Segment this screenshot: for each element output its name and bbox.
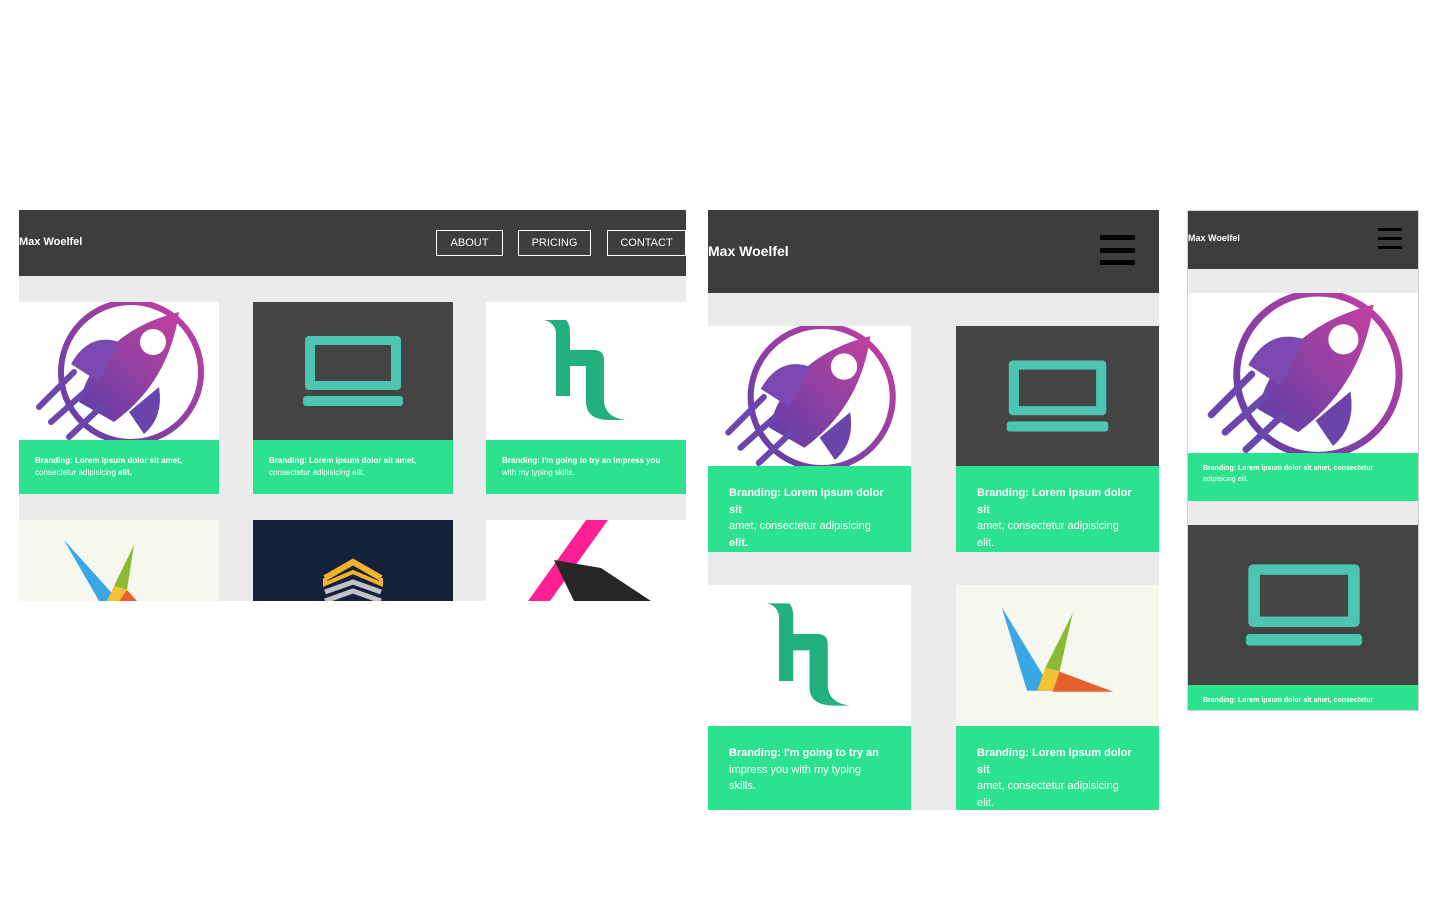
portfolio-card-laptop[interactable]: Branding: Lorem ipsum dolor sit amet, co… [253, 302, 453, 494]
portfolio-card-k-triangle[interactable]: Branding: Lorem ipsum dolor sit amet, co… [956, 585, 1159, 810]
desktop-mockup: Max Woelfel ABOUT PRICING CONTACT Brandi… [19, 210, 686, 601]
nav-about-button[interactable]: ABOUT [436, 230, 503, 256]
desktop-header: Max Woelfel ABOUT PRICING CONTACT [19, 210, 686, 276]
brand-name[interactable]: Max Woelfel [1188, 233, 1240, 243]
mobile-header: Max Woelfel [1188, 211, 1418, 269]
caption-text: Branding: Lorem ipsum dolor sit amet, [35, 456, 183, 465]
b-logo-icon [486, 302, 686, 440]
portfolio-card-rocket[interactable]: Branding: Lorem ipsum dolor sit amet, co… [1188, 293, 1418, 501]
k-triangle-logo-icon [19, 520, 219, 601]
portfolio-card-hexagon[interactable] [253, 520, 453, 601]
portfolio-card-rocket[interactable]: Branding: Lorem ipsum dolor sit amet, co… [708, 326, 911, 552]
caption-text: amet, consectetur adipisicing [977, 780, 1119, 792]
caption-text: Branding: Lorem ipsum dolor sit amet, [269, 456, 417, 465]
caption-text: elit. [118, 468, 132, 477]
hamburger-menu-icon[interactable] [1100, 235, 1135, 265]
rocket-logo-icon [1188, 293, 1418, 453]
rocket-logo-icon [708, 326, 911, 466]
card-caption: Branding: Lorem ipsum dolor sit amet, co… [708, 466, 911, 552]
caption-text: consectetur adipisicing [35, 468, 116, 477]
hexagon-stack-logo-icon [253, 520, 453, 601]
brand-name[interactable]: Max Woelfel [19, 236, 82, 248]
portfolio-card-k-triangle[interactable] [19, 520, 219, 601]
portfolio-card-pink-k[interactable] [486, 520, 686, 601]
k-triangle-logo-icon [956, 585, 1159, 726]
portfolio-card-laptop[interactable]: Branding: Lorem ipsum dolor sit amet, co… [1188, 525, 1418, 710]
card-caption: Branding: I'm going to try an impress yo… [708, 726, 911, 810]
caption-text: adipisicing elit. [1203, 475, 1249, 483]
card-caption: Branding: Lorem ipsum dolor sit amet, co… [1188, 685, 1418, 710]
portfolio-card-b-logo[interactable]: Branding: I'm going to try an impress yo… [708, 585, 911, 810]
card-caption: Branding: Lorem ipsum dolor sit amet, co… [19, 440, 219, 494]
card-caption: Branding: Lorem ipsum dolor sit amet, co… [956, 726, 1159, 810]
tablet-mockup: Max Woelfel Branding: Lorem ipsum dolor … [708, 210, 1159, 810]
laptop-logo-icon [1188, 525, 1418, 685]
caption-text: elit. [977, 536, 995, 549]
caption-text: consectetur adipisicing elit. [269, 468, 365, 477]
hamburger-menu-icon[interactable] [1378, 228, 1402, 249]
mobile-mockup: Max Woelfel Branding: Lorem ipsum dolor … [1187, 210, 1419, 711]
rocket-logo-icon [19, 302, 219, 440]
caption-text: amet, consectetur adipisicing [977, 520, 1119, 532]
caption-text: Branding: Lorem ipsum dolor sit [977, 487, 1132, 516]
pink-k-logo-icon [486, 520, 686, 601]
caption-text: Branding: I'm going to try an impress yo… [502, 456, 661, 465]
caption-text: Branding: Lorem ipsum dolor sit amet, co… [1203, 465, 1374, 472]
tablet-header: Max Woelfel [708, 210, 1159, 293]
caption-text: elit. [977, 796, 995, 809]
card-caption: Branding: Lorem ipsum dolor sit amet, co… [1188, 453, 1418, 501]
portfolio-card-b-logo[interactable]: Branding: I'm going to try an impress yo… [486, 302, 686, 494]
card-caption: Branding: I'm going to try an impress yo… [486, 440, 686, 494]
laptop-logo-icon [253, 302, 453, 440]
portfolio-card-laptop[interactable]: Branding: Lorem ipsum dolor sit amet, co… [956, 326, 1159, 552]
b-logo-icon [708, 585, 911, 726]
card-caption: Branding: Lorem ipsum dolor sit amet, co… [253, 440, 453, 494]
laptop-logo-icon [956, 326, 1159, 466]
caption-text: Branding: Lorem ipsum dolor sit [977, 747, 1132, 776]
portfolio-card-rocket[interactable]: Branding: Lorem ipsum dolor sit amet, co… [19, 302, 219, 494]
nav-contact-button[interactable]: CONTACT [607, 230, 686, 256]
caption-text: with my typing skills. [502, 468, 575, 477]
caption-text: Branding: Lorem ipsum dolor sit amet, co… [1203, 697, 1374, 704]
caption-text: amet, consectetur adipisicing [729, 520, 871, 532]
caption-text: impress you with my typing skills. [729, 763, 862, 793]
caption-text: Branding: I'm going to try an [729, 747, 879, 759]
caption-text: elit. [729, 536, 748, 549]
brand-name[interactable]: Max Woelfel [708, 243, 789, 259]
card-caption: Branding: Lorem ipsum dolor sit amet, co… [956, 466, 1159, 552]
caption-text: Branding: Lorem ipsum dolor sit [729, 487, 884, 516]
nav-pricing-button[interactable]: PRICING [518, 230, 591, 256]
